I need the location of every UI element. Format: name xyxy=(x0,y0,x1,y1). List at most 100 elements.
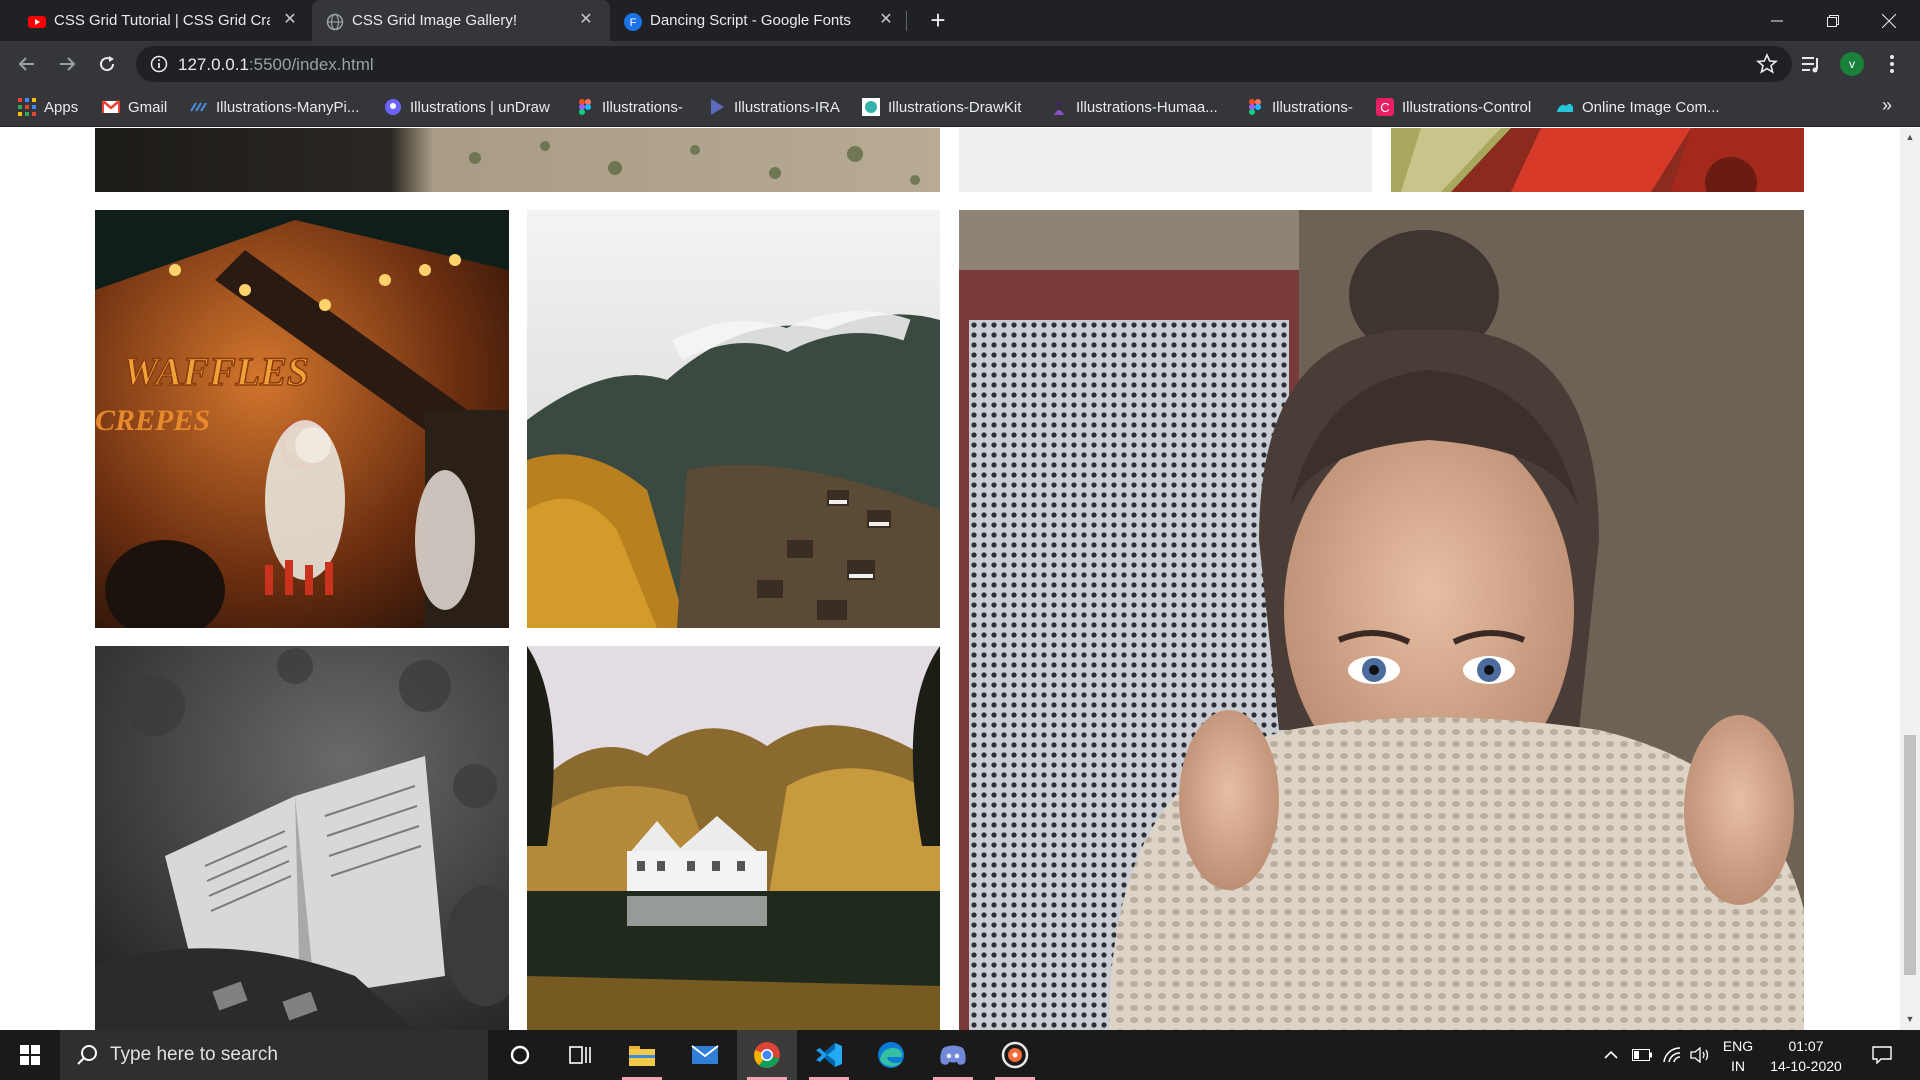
edge-button[interactable] xyxy=(861,1030,921,1080)
media-player-button[interactable] xyxy=(985,1030,1045,1080)
start-button[interactable] xyxy=(0,1030,60,1080)
reload-icon xyxy=(100,56,115,72)
close-tab-icon[interactable]: ✕ xyxy=(876,10,896,30)
battery-button[interactable] xyxy=(1628,1030,1656,1080)
waffles-sign-text: WAFFLES xyxy=(123,349,309,394)
bookmark-label: Illustrations-Control xyxy=(1402,98,1532,116)
google-fonts-icon: F xyxy=(624,13,642,31)
bookmark-image-compressor[interactable]: Online Image Com... xyxy=(1556,87,1720,127)
chevron-up-icon xyxy=(1604,1051,1618,1059)
discord-button[interactable] xyxy=(923,1030,983,1080)
tab-separator xyxy=(906,11,907,31)
clock-time: 01:07 xyxy=(1788,1038,1824,1054)
media-icon xyxy=(1001,1041,1029,1069)
address-bar[interactable]: 127.0.0.1:5500/index.html xyxy=(136,46,1792,82)
system-clock[interactable]: 01:07 14-10-2020 xyxy=(1768,1036,1844,1076)
url-host: 127.0.0.1 xyxy=(178,55,249,74)
taskbar-search-box[interactable]: Type here to search xyxy=(60,1030,488,1080)
profile-avatar[interactable]: v xyxy=(1840,52,1864,76)
bookmark-undraw[interactable]: Illustrations | unDraw xyxy=(384,87,550,127)
task-view-icon xyxy=(569,1046,591,1064)
tab-title: Dancing Script - Google Fonts xyxy=(650,12,851,29)
image-compress-icon xyxy=(1557,103,1573,112)
cortana-icon xyxy=(510,1045,530,1065)
tab-dancing-script[interactable]: F Dancing Script - Google Fonts ✕ xyxy=(624,0,910,41)
scrollbar-thumb[interactable] xyxy=(1904,735,1916,975)
tab-strip: CSS Grid Tutorial | CSS Grid Crash ✕ CSS… xyxy=(0,0,1920,41)
close-tab-icon[interactable]: ✕ xyxy=(576,10,596,30)
tab-css-grid-tutorial[interactable]: CSS Grid Tutorial | CSS Grid Crash ✕ xyxy=(28,0,314,41)
bookmark-control[interactable]: C Illustrations-Control xyxy=(1376,87,1531,127)
site-info-icon[interactable] xyxy=(150,55,168,73)
notification-icon xyxy=(1872,1046,1892,1064)
volume-button[interactable] xyxy=(1686,1030,1714,1080)
drawkit-icon xyxy=(862,98,880,116)
undraw-icon xyxy=(385,99,401,115)
restore-icon xyxy=(1827,14,1839,27)
gallery-image-waffle-stand: WAFFLES CREPES xyxy=(95,210,509,628)
bookmark-label: Illustrations- xyxy=(1272,98,1353,116)
crepes-sign-text: CREPES xyxy=(95,404,210,437)
cortana-button[interactable] xyxy=(490,1030,550,1080)
bookmark-label: Online Image Com... xyxy=(1582,98,1720,116)
bookmark-star-icon[interactable] xyxy=(1756,53,1778,75)
page-scrollbar[interactable]: ▲ ▼ xyxy=(1900,128,1920,1030)
bookmark-label: Apps xyxy=(44,98,79,116)
figma-icon xyxy=(1249,99,1261,115)
show-hidden-icons-button[interactable] xyxy=(1598,1030,1624,1080)
bookmarks-bar: Apps Gmail Illustrations-ManyPi... Illus… xyxy=(0,87,1920,127)
close-tab-icon[interactable]: ✕ xyxy=(280,10,300,30)
speaker-icon xyxy=(1690,1047,1709,1063)
new-tab-button[interactable]: + xyxy=(924,7,952,35)
tab-css-grid-gallery[interactable]: CSS Grid Image Gallery! ✕ xyxy=(312,0,610,41)
vscode-button[interactable] xyxy=(799,1030,859,1080)
bookmark-humaaans[interactable]: Illustrations-Humaa... xyxy=(1050,87,1218,127)
bookmark-label: Illustrations-Humaa... xyxy=(1076,98,1218,116)
gallery-image-lake-house xyxy=(527,646,940,1030)
bookmark-drawkit[interactable]: Illustrations-DrawKit xyxy=(862,87,1021,127)
url-text[interactable]: 127.0.0.1:5500/index.html xyxy=(178,55,374,75)
search-icon xyxy=(77,1045,97,1065)
globe-icon xyxy=(326,13,344,31)
input-language-indicator[interactable]: ENG IN xyxy=(1716,1036,1760,1076)
scroll-down-arrow-icon[interactable]: ▼ xyxy=(1905,1014,1915,1024)
more-bookmarks-chevron-icon[interactable]: » xyxy=(1882,95,1892,116)
chrome-menu-button[interactable] xyxy=(1877,49,1907,79)
bookmark-illustrations-figma-2[interactable]: Illustrations- xyxy=(1246,87,1353,127)
bookmark-ira[interactable]: Illustrations-IRA xyxy=(708,87,840,127)
ira-icon xyxy=(711,99,724,115)
action-center-button[interactable] xyxy=(1862,1030,1902,1080)
bookmark-apps[interactable]: Apps xyxy=(18,87,78,127)
bookmark-label: Illustrations | unDraw xyxy=(410,98,550,116)
back-button[interactable] xyxy=(12,49,42,79)
network-button[interactable] xyxy=(1658,1030,1686,1080)
bookmark-illustrations-figma-1[interactable]: Illustrations- xyxy=(576,87,683,127)
forward-arrow-icon xyxy=(60,57,76,71)
windows-taskbar: Type here to search ENG IN 01:07 14-10-2… xyxy=(0,1030,1920,1080)
chrome-button[interactable] xyxy=(737,1030,797,1080)
restore-button[interactable] xyxy=(1805,0,1861,41)
forward-button[interactable] xyxy=(52,49,82,79)
file-explorer-button[interactable] xyxy=(612,1030,672,1080)
url-path: :5500/index.html xyxy=(248,55,374,74)
minimize-button[interactable] xyxy=(1749,0,1805,41)
gmail-icon xyxy=(102,100,120,113)
bookmark-label: Gmail xyxy=(128,98,168,116)
gallery-image-woman-sweater-portrait xyxy=(959,210,1804,1030)
bookmark-manypixels[interactable]: Illustrations-ManyPi... xyxy=(190,87,359,127)
address-toolbar: 127.0.0.1:5500/index.html v xyxy=(0,41,1920,87)
scroll-up-arrow-icon[interactable]: ▲ xyxy=(1905,132,1915,142)
file-explorer-icon xyxy=(629,1046,655,1066)
search-placeholder: Type here to search xyxy=(110,1044,278,1065)
reload-button[interactable] xyxy=(92,49,122,79)
battery-icon xyxy=(1632,1049,1652,1061)
media-controls-button[interactable] xyxy=(1796,49,1826,79)
gallery-image-light-wall xyxy=(959,128,1372,192)
close-window-button[interactable] xyxy=(1861,0,1917,41)
task-view-button[interactable] xyxy=(550,1030,610,1080)
mail-button[interactable] xyxy=(675,1030,735,1080)
wifi-icon xyxy=(1663,1047,1681,1063)
bookmark-gmail[interactable]: Gmail xyxy=(102,87,167,127)
apps-grid-icon xyxy=(18,98,36,116)
figma-icon xyxy=(579,99,591,115)
